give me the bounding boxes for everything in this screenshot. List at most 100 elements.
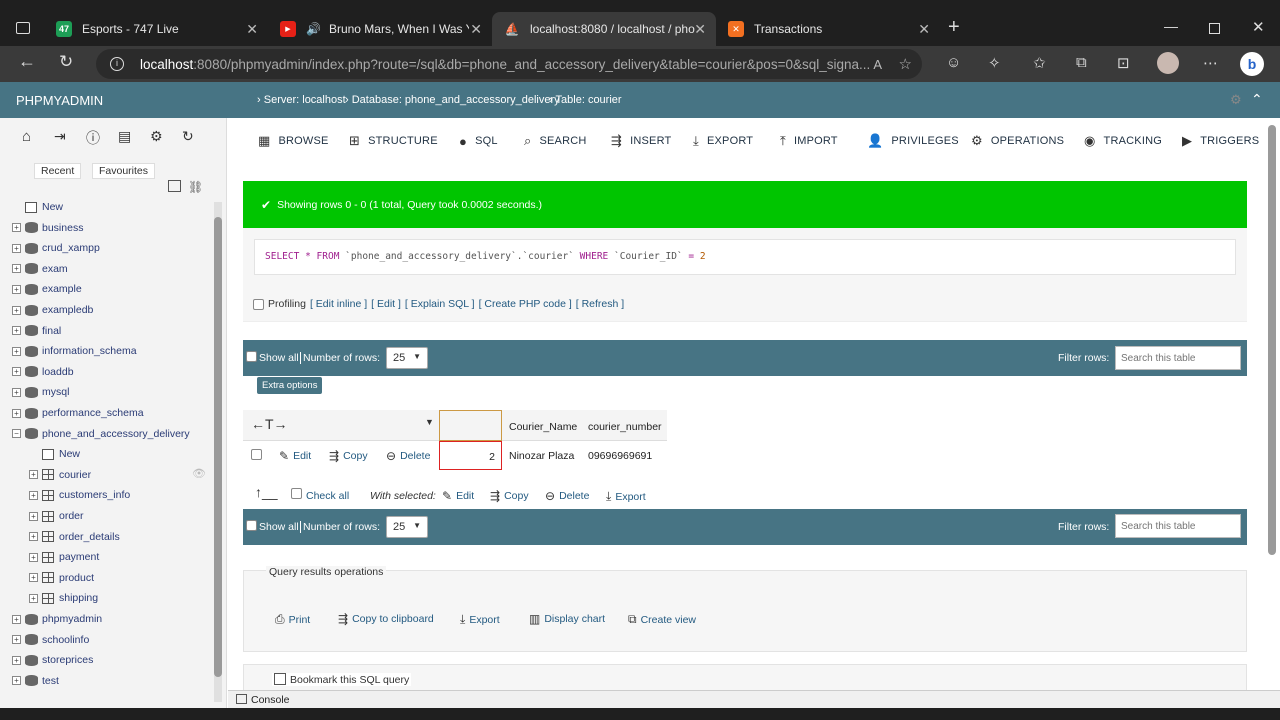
tab-export[interactable]: ⤓ Export	[693, 130, 753, 152]
audio-playing-icon[interactable]: 🔊	[306, 22, 321, 36]
table-hidden-eye-icon[interactable]: 👁	[192, 467, 206, 480]
refresh-link[interactable]: [ Refresh ]	[576, 298, 624, 310]
sidebar-item-database[interactable]: + schoolinfo	[12, 630, 89, 650]
column-resize-icon[interactable]: ←T→	[251, 416, 288, 432]
bulk-export-button[interactable]: ⤓ Export	[606, 489, 646, 504]
print-button[interactable]: ⎙ Print	[275, 612, 310, 627]
breadcrumb-server[interactable]: › Server: localhost	[257, 94, 346, 106]
sidebar-item-database[interactable]: + final	[12, 321, 61, 341]
show-all-checkbox[interactable]	[246, 520, 257, 531]
expand-icon[interactable]: +	[29, 573, 38, 583]
expand-icon[interactable]: +	[29, 593, 38, 603]
close-tab-icon[interactable]: ✕	[470, 21, 482, 38]
sql-query-box[interactable]: SELECT * FROM `phone_and_accessory_deliv…	[254, 239, 1236, 275]
browser-tab-transactions[interactable]: ✕ Transactions ✕	[716, 12, 940, 46]
edit-query-link[interactable]: [ Edit ]	[371, 298, 401, 310]
close-tab-icon[interactable]: ✕	[694, 21, 706, 38]
create-view-button[interactable]: ⧉ Create view	[628, 612, 696, 627]
column-options-dropdown-icon[interactable]: ▼	[425, 417, 434, 427]
tab-actions-icon[interactable]	[16, 22, 30, 34]
sidebar-item-database[interactable]: + business	[12, 218, 83, 238]
sidebar-item-database[interactable]: + performance_schema	[12, 403, 144, 423]
column-header-courier-name[interactable]: Courier_Name	[509, 421, 577, 433]
more-menu-icon[interactable]: ⋯	[1203, 54, 1218, 72]
expand-icon[interactable]: +	[12, 346, 21, 356]
settings-gear-icon[interactable]: ⚙	[150, 128, 182, 148]
expand-icon[interactable]: +	[12, 264, 21, 274]
courier-number-cell[interactable]: 09696969691	[588, 450, 652, 462]
collapse-all-icon[interactable]	[168, 180, 181, 192]
sidebar-item-database[interactable]: + storeprices	[12, 650, 93, 670]
sidebar-item-database[interactable]: + exam	[12, 259, 68, 279]
nav-scrollbar-thumb[interactable]	[214, 217, 222, 677]
sidebar-item-table[interactable]: + payment	[29, 547, 99, 567]
page-settings-icon[interactable]: ⚙	[1230, 92, 1242, 108]
browser-tab-esports[interactable]: 47 Esports - 747 Live ✕	[44, 12, 268, 46]
read-aloud-icon[interactable]: A	[873, 57, 882, 72]
home-icon[interactable]: ⌂	[22, 128, 54, 148]
reload-icon[interactable]: ↻	[59, 52, 73, 72]
new-tab-icon[interactable]: +	[948, 16, 960, 39]
tab-operations[interactable]: ⚙ Operations	[971, 130, 1064, 152]
site-info-icon[interactable]: i	[110, 57, 124, 71]
row-copy-button[interactable]: ⇶ Copy	[329, 449, 368, 463]
url-field[interactable]: i localhost:8080/phpmyadmin/index.php?ro…	[96, 49, 922, 79]
close-tab-icon[interactable]: ✕	[246, 21, 258, 38]
browser-tab-youtube[interactable]: ▶ 🔊 Bruno Mars, When I Was Yo ✕	[268, 12, 492, 46]
recent-tab[interactable]: Recent	[34, 163, 82, 179]
brand-title[interactable]: PHPMYADMIN	[0, 82, 227, 118]
filter-input[interactable]	[1115, 346, 1241, 370]
logout-icon[interactable]: ⇥	[54, 128, 86, 148]
sql-docs-icon[interactable]: ▤	[118, 128, 150, 148]
docs-icon[interactable]: ⓘ	[86, 128, 118, 148]
sidebar-item-table[interactable]: + order	[29, 506, 84, 526]
expand-icon[interactable]: +	[29, 490, 38, 500]
extension-face-icon[interactable]: ☺	[946, 54, 961, 71]
check-all-label[interactable]: Check all	[306, 490, 349, 502]
sidebar-item-new[interactable]: New	[29, 444, 80, 464]
create-php-link[interactable]: [ Create PHP code ]	[479, 298, 572, 310]
sidebar-item-table[interactable]: + shipping	[29, 588, 98, 608]
tab-import[interactable]: ⤒ Import	[780, 130, 838, 152]
show-all-checkbox[interactable]	[246, 351, 257, 362]
bulk-copy-button[interactable]: ⇶ Copy	[490, 489, 529, 503]
edit-inline-link[interactable]: [ Edit inline ]	[310, 298, 367, 310]
sidebar-item-database[interactable]: + phpmyadmin	[12, 609, 102, 629]
bulk-delete-button[interactable]: ⊖ Delete	[545, 489, 589, 503]
minimize-icon[interactable]: —	[1164, 18, 1178, 34]
sidebar-item-table[interactable]: + order_details	[29, 527, 120, 547]
favourites-tab[interactable]: Favourites	[92, 163, 156, 179]
expand-icon[interactable]: +	[29, 532, 38, 542]
profiling-checkbox[interactable]	[253, 298, 264, 310]
expand-icon[interactable]: +	[12, 387, 21, 397]
collections-icon[interactable]: ⧉	[1076, 54, 1087, 71]
restore-icon[interactable]	[1209, 23, 1220, 34]
tab-insert[interactable]: ⇶ Insert	[611, 130, 671, 152]
check-all-checkbox[interactable]	[291, 488, 302, 499]
expand-icon[interactable]: +	[12, 367, 21, 377]
copy-clipboard-button[interactable]: ⇶ Copy to clipboard	[338, 612, 434, 626]
sidebar-item-table[interactable]: + courier	[29, 465, 91, 485]
bulk-edit-button[interactable]: ✎ Edit	[442, 489, 474, 503]
browser-tab-phpmyadmin[interactable]: ⛵ localhost:8080 / localhost / phon ✕	[492, 12, 716, 46]
favorite-star-icon[interactable]: ☆	[899, 55, 912, 73]
tab-sql[interactable]: ● SQL	[459, 130, 498, 152]
sidebar-item-database[interactable]: + example	[12, 279, 82, 299]
row-edit-button[interactable]: ✎ Edit	[279, 449, 311, 463]
display-chart-button[interactable]: ▥ Display chart	[529, 612, 605, 626]
tab-privileges[interactable]: 👤 Privileges	[867, 130, 959, 152]
tab-browse[interactable]: ▦ Browse	[258, 130, 329, 152]
courier-id-cell[interactable]: 2	[439, 441, 502, 470]
expand-icon[interactable]: +	[12, 223, 21, 233]
bookmark-title[interactable]: Bookmark this SQL query	[272, 673, 412, 686]
sidebar-item-database[interactable]: − phone_and_accessory_delivery	[12, 424, 190, 444]
expand-icon[interactable]: +	[12, 305, 21, 315]
collapse-top-icon[interactable]: ⌃	[1251, 91, 1263, 108]
console-bar[interactable]: Console	[228, 690, 1280, 708]
row-checkbox[interactable]	[251, 449, 262, 460]
sidebar-item-database[interactable]: + test	[12, 671, 59, 691]
expand-icon[interactable]: +	[29, 511, 38, 521]
tab-structure[interactable]: ⊞ Structure	[349, 130, 438, 152]
sidebar-item-database[interactable]: + crud_xampp	[12, 238, 100, 258]
courier-id-column-header[interactable]	[439, 410, 502, 441]
